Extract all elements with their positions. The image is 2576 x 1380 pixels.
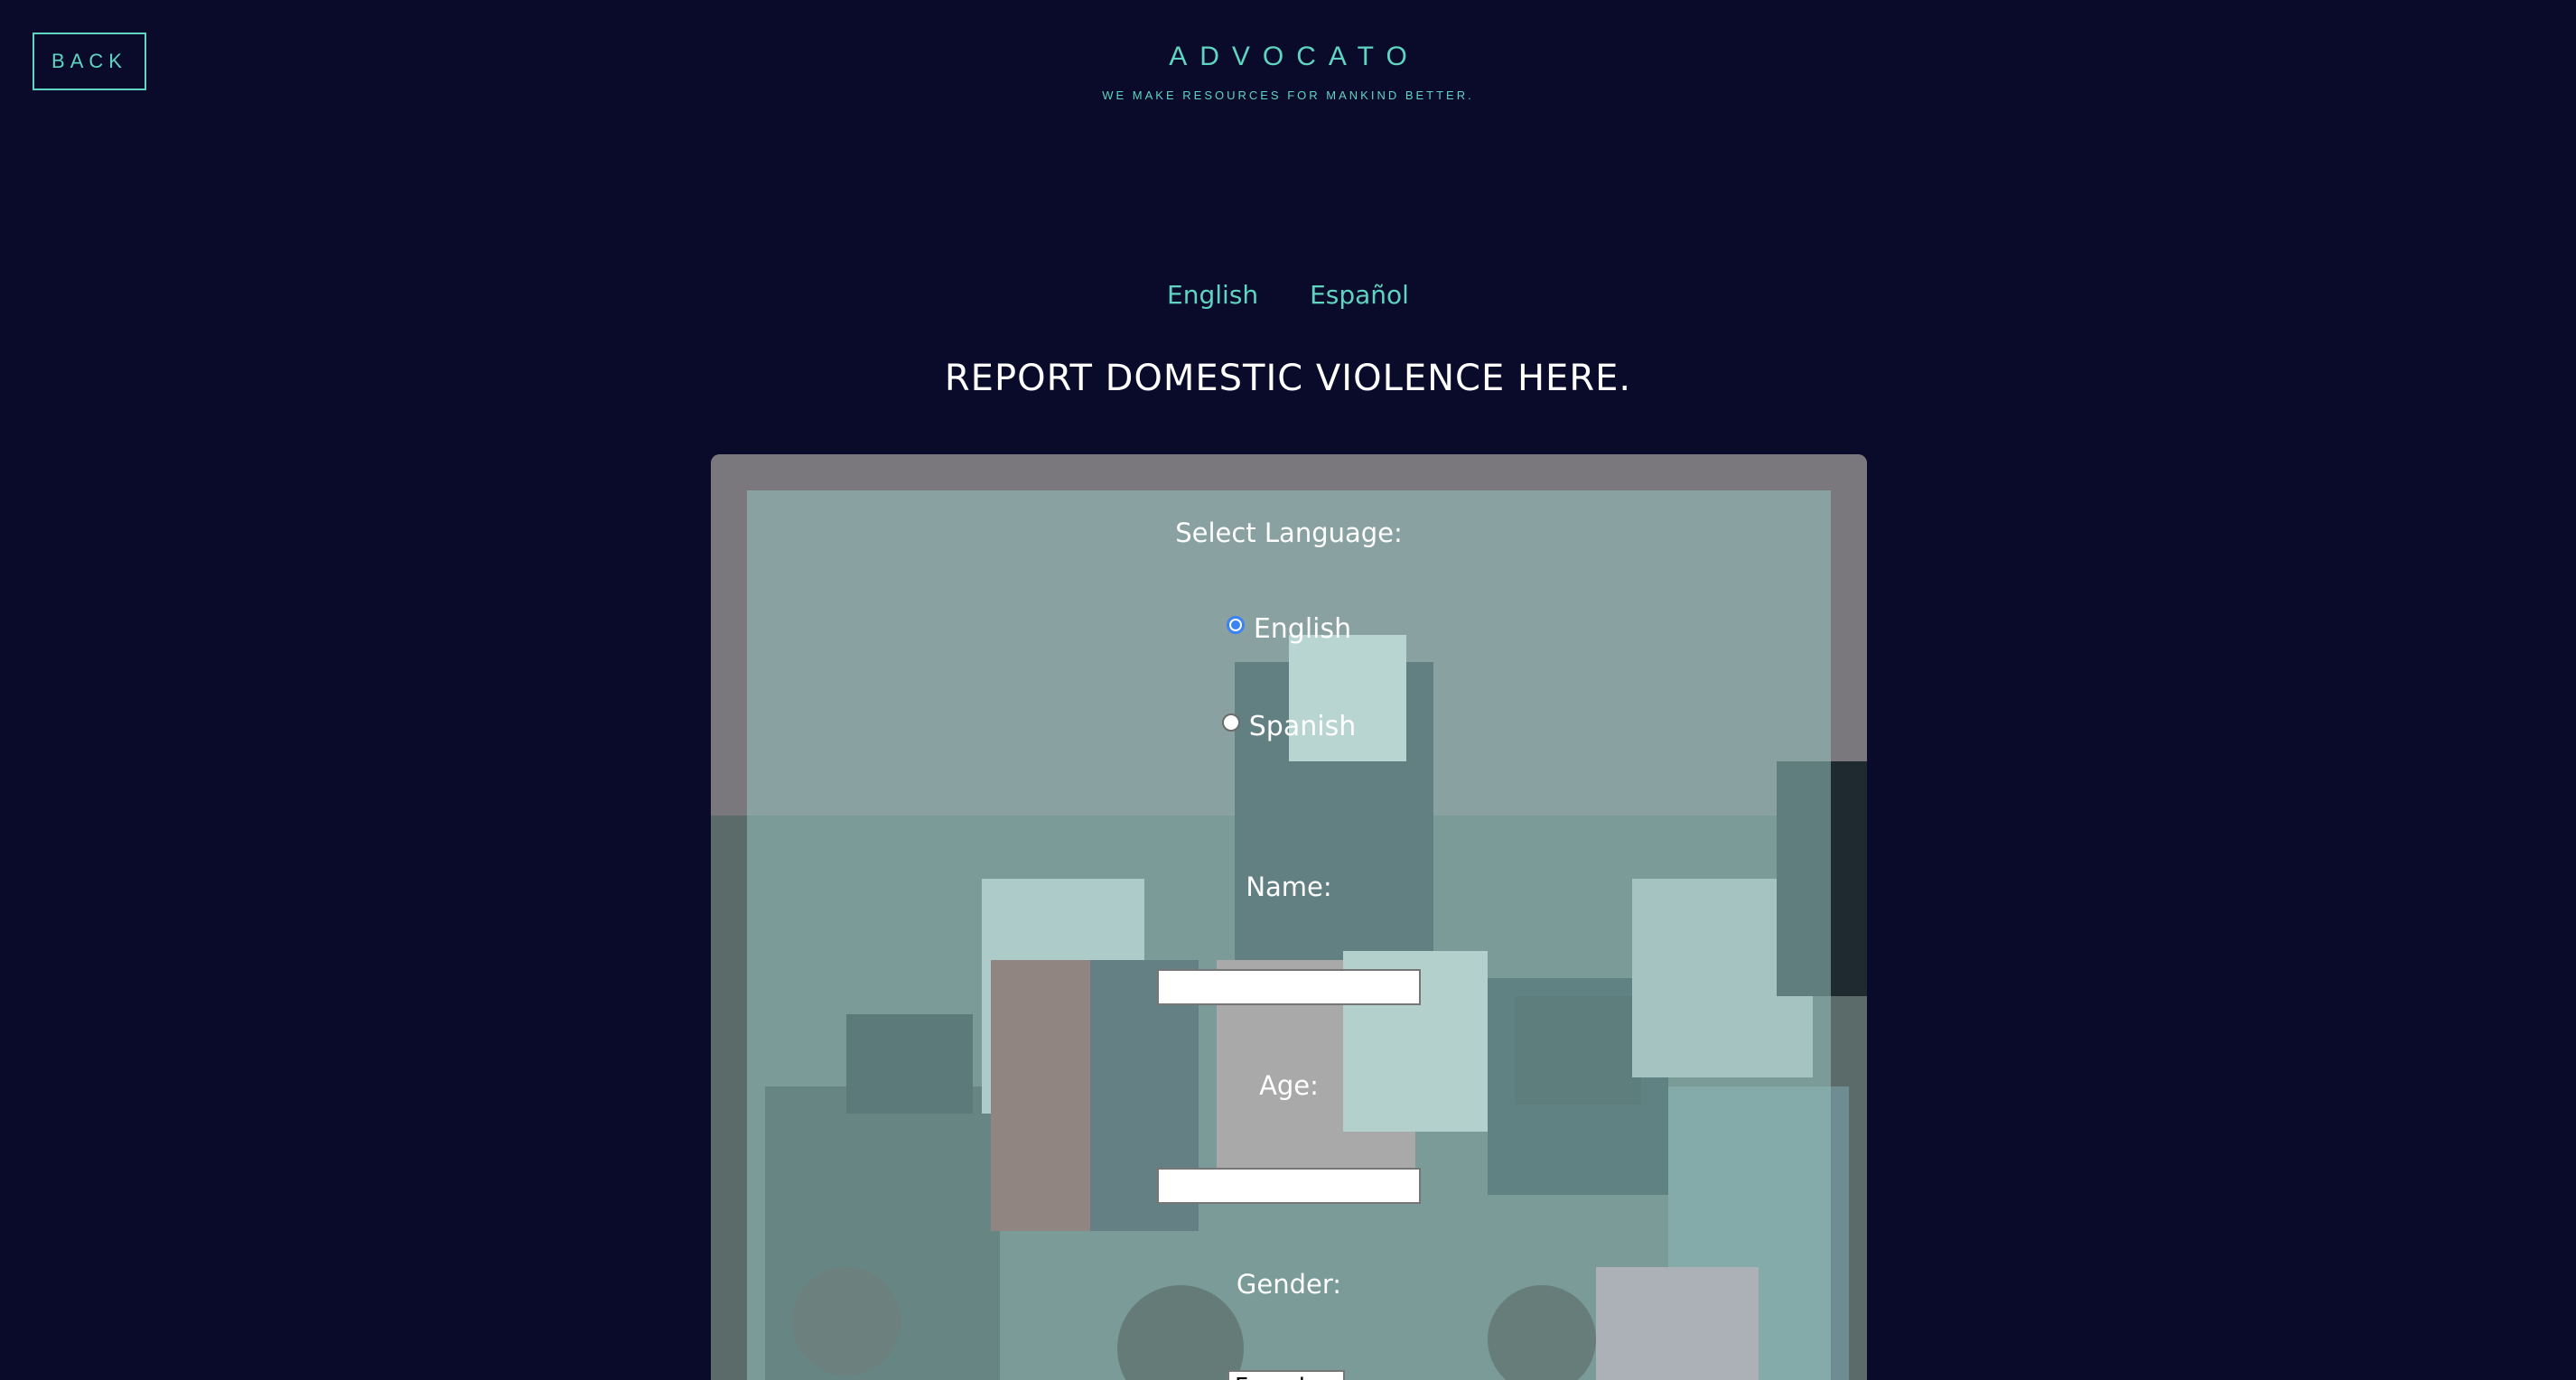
brand: ADVOCATO WE MAKE RESOURCES FOR MANKIND B… — [0, 42, 2576, 102]
gender-label: Gender: — [1236, 1269, 1342, 1300]
page: BACK ADVOCATO WE MAKE RESOURCES FOR MANK… — [0, 0, 2576, 1380]
name-label: Name: — [1246, 872, 1332, 902]
select-language-label: Select Language: — [1175, 518, 1403, 548]
radio-spanish[interactable] — [1221, 713, 1240, 732]
radio-spanish-label: Spanish — [1248, 711, 1357, 742]
language-links: English Español — [0, 280, 2576, 310]
radio-english[interactable] — [1226, 615, 1245, 634]
radio-english-label: English — [1253, 613, 1352, 645]
language-link-english[interactable]: English — [1167, 280, 1258, 310]
brand-title[interactable]: ADVOCATO — [0, 42, 2576, 72]
name-input[interactable] — [1157, 969, 1421, 1005]
age-label: Age: — [1259, 1070, 1319, 1101]
radio-option-english[interactable]: English — [747, 613, 1831, 645]
radio-option-spanish[interactable]: Spanish — [747, 711, 1831, 742]
page-title: REPORT DOMESTIC VIOLENCE HERE. — [944, 358, 1632, 399]
language-link-spanish[interactable]: Español — [1310, 280, 1409, 310]
brand-tagline: WE MAKE RESOURCES FOR MANKIND BETTER. — [1102, 89, 1474, 102]
age-input[interactable] — [1157, 1168, 1421, 1204]
report-form-frame: Select Language: English Spanish Name: A… — [711, 454, 1867, 1380]
gender-select[interactable]: Female — [1227, 1370, 1345, 1380]
report-form: Select Language: English Spanish Name: A… — [747, 490, 1831, 1380]
